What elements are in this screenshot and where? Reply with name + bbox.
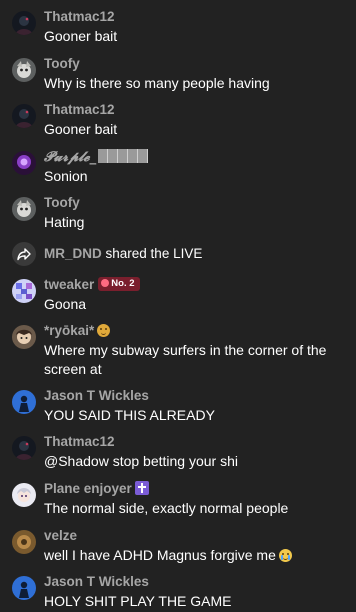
blue-figure-avatar-icon	[12, 576, 36, 600]
dark-silhouette-avatar-icon	[12, 104, 36, 128]
avatar[interactable]	[12, 390, 36, 414]
message-username[interactable]: Thatmac12	[44, 8, 115, 26]
cross-icon	[134, 481, 149, 495]
grey-creature-avatar-icon	[12, 58, 36, 82]
username-text[interactable]: *ryōkai*	[44, 323, 94, 338]
message-username[interactable]: *ryōkai*	[44, 322, 111, 340]
rank-icon	[101, 279, 110, 288]
message-username[interactable]: Plane enjoyer	[44, 480, 149, 498]
blue-pixel-avatar-icon	[12, 279, 36, 303]
message-text: Why is there so many people having	[44, 75, 270, 91]
message-username[interactable]: velze	[44, 527, 77, 545]
share-event-text: MR_DND shared the LIVE	[44, 245, 202, 263]
avatar[interactable]	[12, 104, 36, 128]
dark-silhouette-avatar-icon	[12, 436, 36, 460]
avatar[interactable]	[12, 436, 36, 460]
avatar[interactable]	[12, 576, 36, 600]
white-anime-avatar-icon	[12, 483, 36, 507]
share-username[interactable]: MR_DND	[44, 246, 102, 261]
rank-badge: No. 2	[98, 277, 140, 292]
rank-badge-label: No. 2	[111, 278, 135, 290]
message-username[interactable]: tweaker No. 2	[44, 276, 140, 294]
crying-face-emoji-icon	[278, 549, 292, 562]
blue-figure-avatar-icon	[12, 390, 36, 414]
purple-avatar-icon	[12, 151, 36, 175]
message-text-content: well I have ADHD Magnus forgive me	[44, 547, 276, 563]
anime-avatar-icon	[12, 325, 36, 349]
message-text: Gooner bait	[44, 28, 118, 44]
avatar[interactable]	[12, 325, 36, 349]
share-action: shared the LIVE	[105, 246, 203, 261]
message-username[interactable]: Toofy	[44, 194, 80, 212]
message-username[interactable]: Thatmac12	[44, 101, 115, 119]
avatar[interactable]	[12, 58, 36, 82]
message-text: Where my subway surfers in the corner of…	[44, 342, 327, 377]
message-username[interactable]: Jason T Wickles	[44, 573, 149, 591]
message-text: Sonion	[44, 168, 88, 184]
message-text: The normal side, exactly normal people	[44, 500, 289, 516]
share-arrow-icon	[12, 242, 36, 266]
avatar[interactable]	[12, 279, 36, 303]
message-text: @Shadow stop betting your shi	[44, 453, 238, 469]
avatar[interactable]	[12, 483, 36, 507]
message-username[interactable]: Jason T Wickles	[44, 387, 149, 405]
redacted-block	[98, 149, 149, 163]
brown-avatar-icon	[12, 530, 36, 554]
username-text[interactable]: 𝓟𝓾𝓻𝓹𝓵𝓮_	[44, 149, 96, 165]
avatar[interactable]	[12, 530, 36, 554]
avatar[interactable]	[12, 11, 36, 35]
message-username[interactable]: Toofy	[44, 55, 80, 73]
message-text: well I have ADHD Magnus forgive me	[44, 546, 344, 565]
message-username[interactable]: 𝓟𝓾𝓻𝓹𝓵𝓮_	[44, 148, 149, 166]
grey-creature-avatar-icon	[12, 197, 36, 221]
avatar[interactable]	[12, 151, 36, 175]
message-text: Gooner bait	[44, 121, 118, 137]
dark-silhouette-avatar-icon	[12, 11, 36, 35]
message-text: Goona	[44, 296, 87, 312]
message-text: Hating	[44, 214, 85, 230]
avatar[interactable]	[12, 197, 36, 221]
username-text[interactable]: Plane enjoyer	[44, 481, 132, 496]
message-username[interactable]: Thatmac12	[44, 433, 115, 451]
message-text: HOLY SHIT PLAY THE GAME	[44, 593, 232, 609]
username-text[interactable]: tweaker	[44, 277, 94, 292]
smiling-face-emoji-icon	[97, 324, 111, 337]
live-chat-list[interactable]: Thatmac12 Gooner bait Toofy Why is there…	[0, 0, 356, 612]
message-text: YOU SAID THIS ALREADY	[44, 407, 215, 423]
